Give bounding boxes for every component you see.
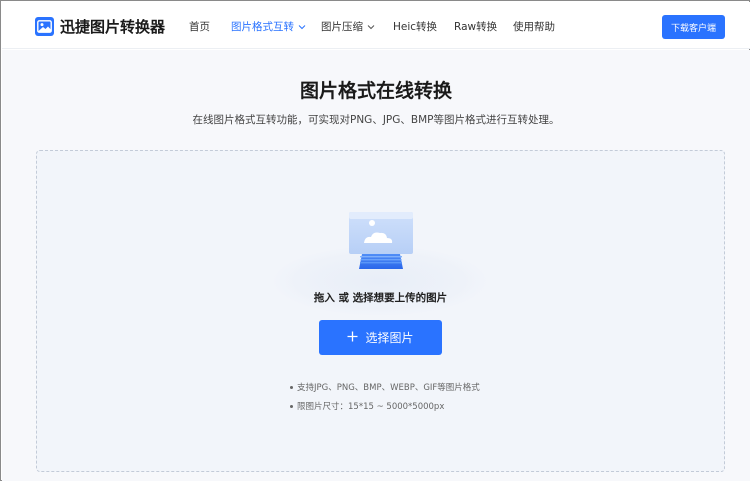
bullet-dot	[290, 386, 293, 389]
nav-raw[interactable]: Raw转换	[454, 19, 497, 34]
plus-icon	[347, 331, 358, 345]
nav-raw-label: Raw转换	[454, 21, 498, 33]
chevron-down-icon	[367, 21, 375, 33]
size-limit-text: 限图片尺寸：15*15 ~ 5000*5000px	[297, 402, 445, 412]
brand-logo[interactable]: 迅捷图片转换器	[35, 15, 165, 37]
chevron-down-icon	[298, 21, 306, 33]
page-subtitle: 在线图片格式互转功能，可实现对PNG、JPG、BMP等图片格式进行互转处理。	[192, 114, 560, 126]
supported-formats-note: 支持JPG、PNG、BMP、WEBP、GIF等图片格式	[290, 381, 480, 393]
nav-home-label: 首页	[189, 21, 210, 33]
nav-format-convert-label: 图片格式互转	[231, 21, 294, 33]
brand-name: 迅捷图片转换器	[60, 17, 166, 36]
nav-help[interactable]: 使用帮助	[513, 19, 555, 34]
supported-formats-text: 支持JPG、PNG、BMP、WEBP、GIF等图片格式	[297, 383, 480, 393]
image-upload-illustration	[346, 210, 416, 272]
nav-compress[interactable]: 图片压缩	[321, 19, 375, 34]
top-navbar: 迅捷图片转换器 首页 图片格式互转 图片压缩 Heic转换 Raw转换 使用帮助…	[2, 2, 750, 49]
image-convert-icon	[35, 16, 54, 36]
page-title: 图片格式在线转换	[299, 80, 452, 102]
bullet-dot	[290, 405, 293, 408]
nav-format-convert[interactable]: 图片格式互转	[231, 19, 306, 34]
upload-dropzone[interactable]: 拖入 或 选择想要上传的图片 选择图片 支持JPG、PNG、BMP、WEBP、G…	[36, 150, 725, 472]
nav-heic[interactable]: Heic转换	[393, 19, 437, 34]
page-frame: 迅捷图片转换器 首页 图片格式互转 图片压缩 Heic转换 Raw转换 使用帮助…	[0, 0, 750, 481]
select-image-label: 选择图片	[365, 331, 414, 345]
main-content: 图片格式在线转换 在线图片格式互转功能，可实现对PNG、JPG、BMP等图片格式…	[2, 50, 750, 481]
download-client-button[interactable]: 下载客户端	[662, 15, 725, 39]
nav-heic-label: Heic转换	[393, 21, 438, 33]
select-image-button[interactable]: 选择图片	[319, 320, 442, 355]
nav-help-label: 使用帮助	[513, 21, 555, 33]
nav-compress-label: 图片压缩	[321, 21, 363, 33]
size-limit-note: 限图片尺寸：15*15 ~ 5000*5000px	[290, 400, 444, 412]
nav-home[interactable]: 首页	[189, 19, 210, 34]
drop-hint: 拖入 或 选择想要上传的图片	[313, 292, 448, 304]
